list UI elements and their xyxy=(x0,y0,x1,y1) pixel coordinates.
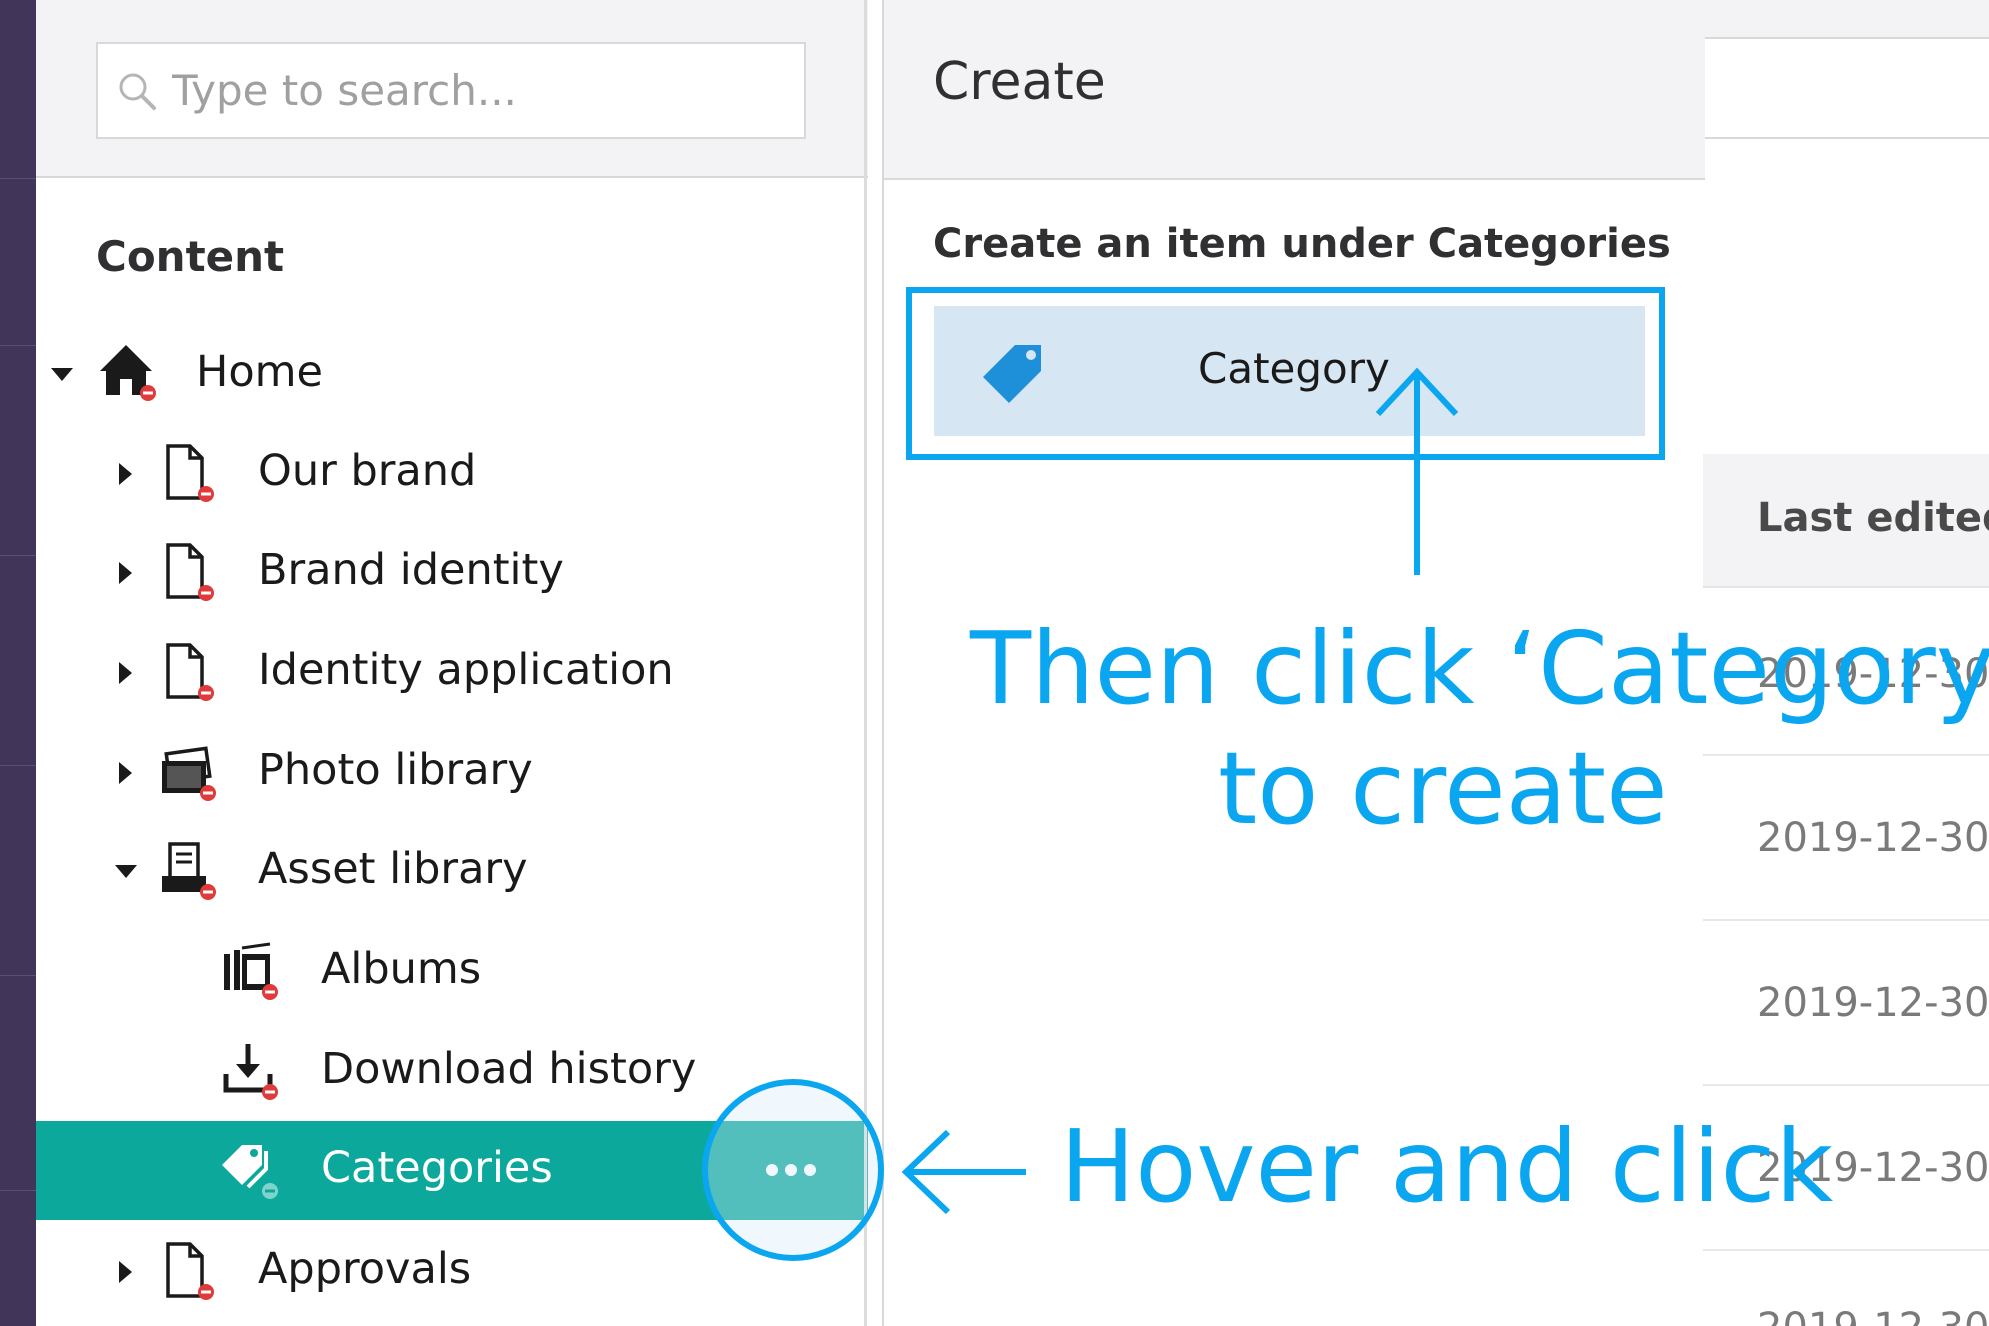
tree-item-label: Approvals xyxy=(258,1244,472,1294)
caret-down-icon[interactable] xyxy=(114,860,138,884)
row-divider xyxy=(1703,1084,1989,1086)
tree-item-label: Categories xyxy=(321,1143,553,1193)
tree-item-label: Photo library xyxy=(258,745,533,795)
table-cell-date: 2019-12-30 xyxy=(1757,1305,1989,1326)
arrow-left-icon xyxy=(901,1129,1026,1215)
create-panel-header: Create xyxy=(884,0,1705,180)
tree-item-asset-library[interactable]: Asset library xyxy=(36,822,868,921)
search-input[interactable] xyxy=(172,66,772,115)
annotation-then-click: Then click ‘Category’ xyxy=(970,610,1989,727)
create-subtitle: Create an item under Categories xyxy=(933,221,1671,267)
archive-icon xyxy=(158,840,220,902)
tree-item-label: Our brand xyxy=(258,446,477,496)
annotation-to-create: to create xyxy=(1218,730,1668,847)
table-cell-date: 2019-12-30 xyxy=(1757,815,1989,861)
table-cell-date: 2019-12-30 xyxy=(1757,980,1989,1026)
document-icon xyxy=(158,641,220,703)
nav-rail xyxy=(0,0,36,1326)
tree-item-label: Albums xyxy=(321,944,482,994)
tree-item-home[interactable]: Home xyxy=(36,325,868,424)
tree-item-our-brand[interactable]: Our brand xyxy=(36,424,868,523)
tree-item-label: Brand identity xyxy=(258,545,564,595)
tree-item-albums[interactable]: Albums xyxy=(36,922,868,1021)
tree-header xyxy=(36,0,868,178)
document-icon xyxy=(158,541,220,603)
tree-item-label: Home xyxy=(196,347,323,397)
tree-item-label: Asset library xyxy=(258,844,528,894)
document-icon xyxy=(158,1240,220,1302)
row-divider xyxy=(1703,1249,1989,1251)
highlight-circle xyxy=(702,1079,884,1261)
caret-down-icon[interactable] xyxy=(50,363,74,387)
arrow-up-icon xyxy=(1375,367,1459,575)
tags-icon xyxy=(220,1139,282,1201)
tree-item-label: Identity application xyxy=(258,645,674,695)
home-icon xyxy=(96,341,158,403)
photos-icon xyxy=(158,741,220,803)
highlight-box xyxy=(906,287,1665,460)
row-divider xyxy=(1703,754,1989,756)
document-icon xyxy=(158,442,220,504)
search-box[interactable] xyxy=(96,42,806,139)
tree-item-photo-library[interactable]: Photo library xyxy=(36,723,868,822)
albums-icon xyxy=(220,940,282,1002)
tree-item-identity-application[interactable]: Identity application xyxy=(36,623,868,722)
list-filter-field[interactable] xyxy=(1703,39,1989,139)
tree-item-brand-identity[interactable]: Brand identity xyxy=(36,523,868,622)
annotation-hover-and-click: Hover and click xyxy=(1060,1108,1834,1225)
caret-right-icon[interactable] xyxy=(114,1260,138,1284)
caret-right-icon[interactable] xyxy=(114,462,138,486)
section-title: Content xyxy=(96,232,285,281)
caret-right-icon[interactable] xyxy=(114,561,138,585)
caret-right-icon[interactable] xyxy=(114,761,138,785)
panel-title: Create xyxy=(933,52,1106,112)
search-icon xyxy=(119,73,156,110)
download-icon xyxy=(220,1040,282,1102)
tree-item-label: Download history xyxy=(321,1044,697,1094)
caret-right-icon[interactable] xyxy=(114,661,138,685)
column-header-last-edited[interactable]: Last edited xyxy=(1757,495,1989,541)
row-divider xyxy=(1703,919,1989,921)
list-toolbar xyxy=(1703,0,1989,39)
